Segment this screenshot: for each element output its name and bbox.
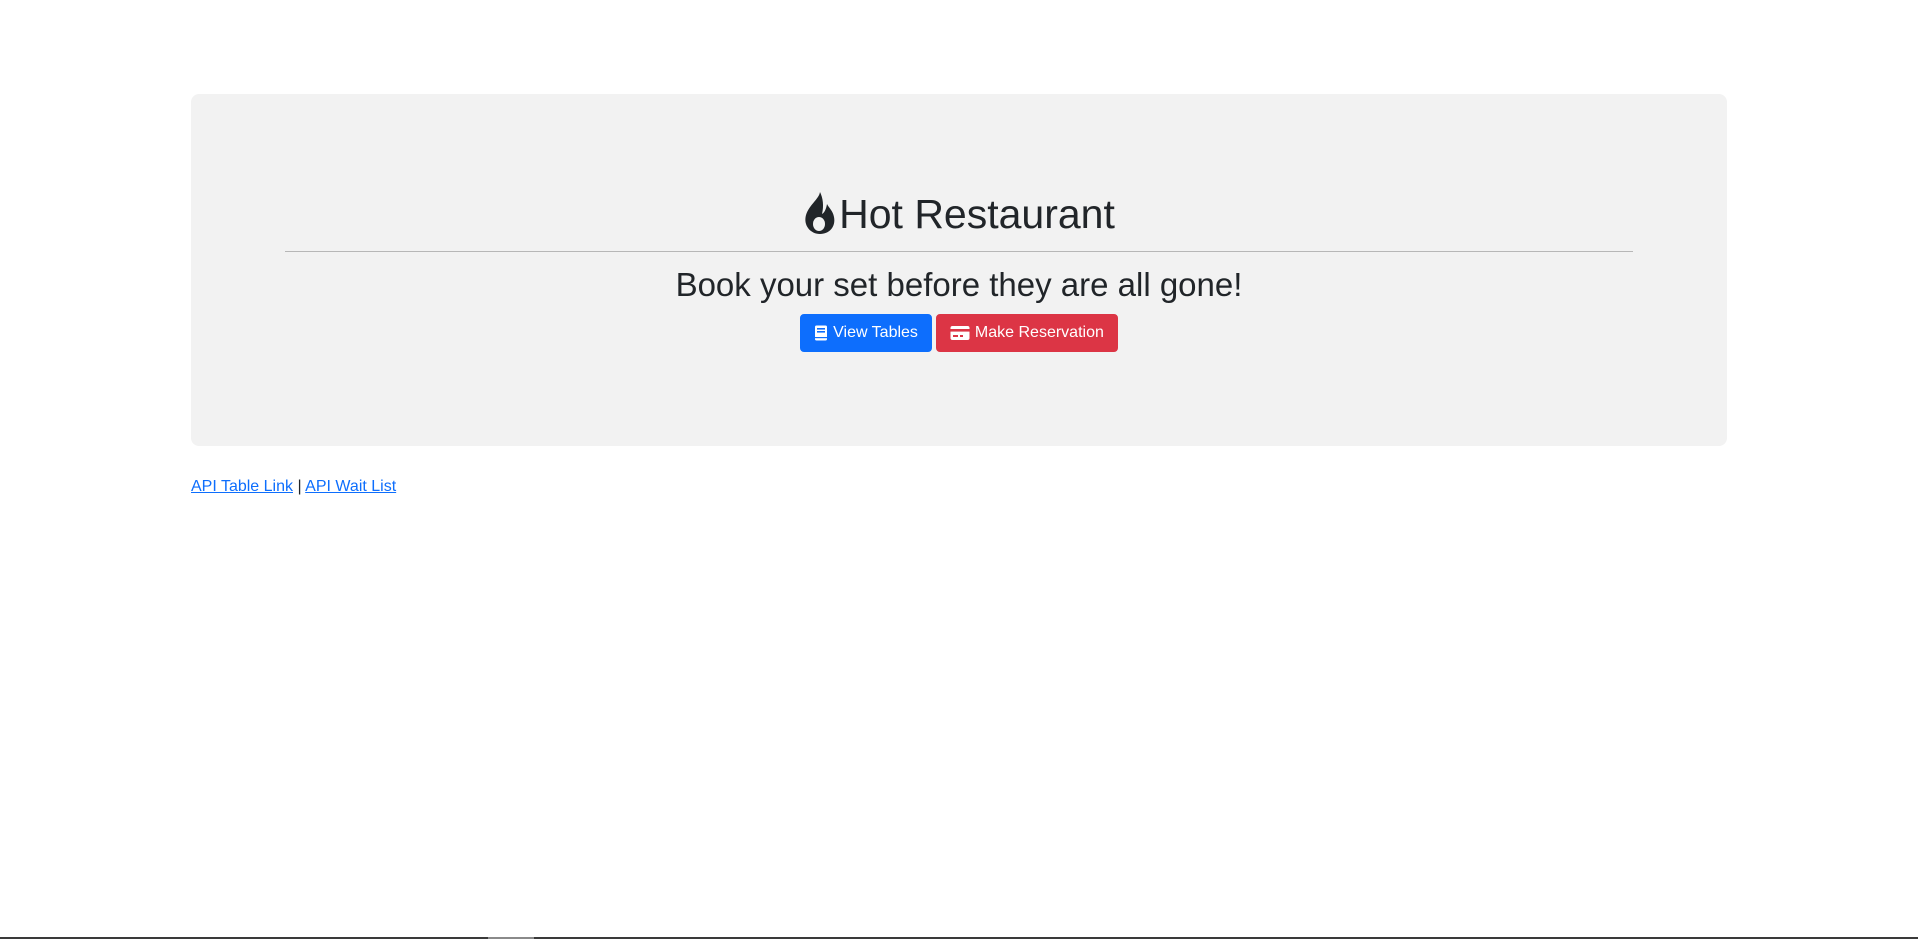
title-text: Hot Restaurant	[839, 191, 1115, 237]
api-table-link[interactable]: API Table Link	[191, 478, 293, 495]
page: Hot Restaurant Book your set before they…	[0, 0, 1918, 939]
credit-card-icon	[950, 325, 970, 341]
footer-links: API Table Link | API Wait List	[191, 476, 396, 498]
link-separator: |	[297, 478, 302, 495]
action-buttons: View Tables Make Reservation	[191, 314, 1727, 352]
page-subtitle: Book your set before they are all gone!	[675, 266, 1243, 303]
flame-icon	[803, 191, 837, 235]
make-reservation-button[interactable]: Make Reservation	[935, 314, 1118, 352]
api-wait-list-link[interactable]: API Wait List	[305, 478, 396, 495]
jumbotron: Hot Restaurant Book your set before they…	[191, 94, 1727, 446]
page-title: Hot Restaurant	[803, 186, 1115, 242]
divider	[285, 251, 1633, 252]
make-reservation-label: Make Reservation	[974, 324, 1104, 341]
book-icon	[814, 325, 828, 341]
view-tables-button[interactable]: View Tables	[800, 314, 932, 352]
title-row: Hot Restaurant	[191, 186, 1727, 242]
view-tables-label: View Tables	[833, 324, 918, 341]
